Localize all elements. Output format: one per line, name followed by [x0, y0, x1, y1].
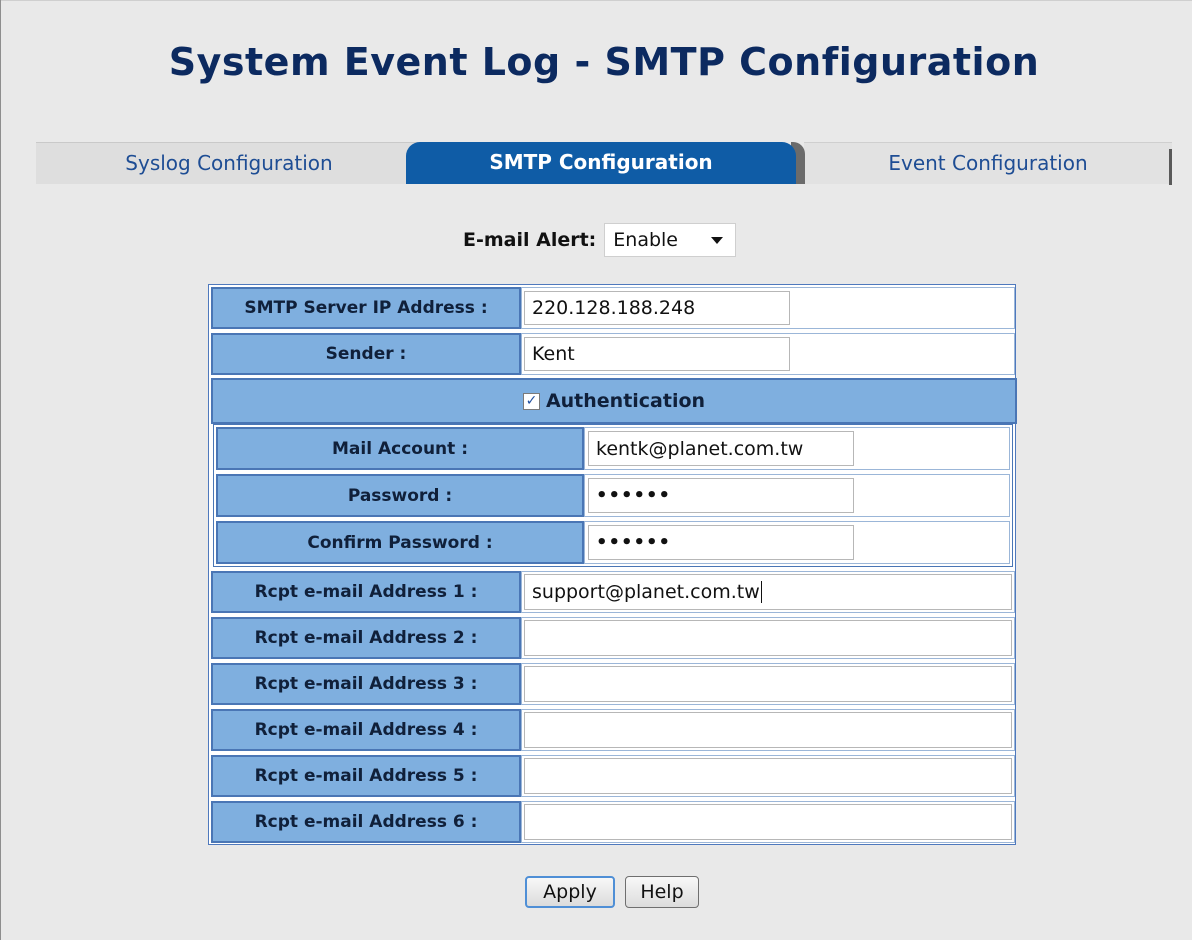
tab-event-configuration[interactable]: Event Configuration: [804, 142, 1172, 185]
sender-label: Sender :: [211, 333, 521, 375]
authentication-checkbox[interactable]: ✓: [522, 392, 540, 410]
table-row: Rcpt e-mail Address 4 :: [209, 707, 1015, 753]
page-title: System Event Log - SMTP Configuration: [168, 40, 1040, 84]
rcpt-email-2-cell: [521, 617, 1015, 659]
email-alert-row: E-mail Alert: Enable: [463, 222, 737, 258]
tab-bar: Syslog Configuration Event Configuration…: [36, 142, 1172, 185]
password-cell: ••••••: [584, 474, 1010, 517]
rcpt-email-1-cell: support@planet.com.tw: [521, 571, 1015, 613]
rcpt-email-5-input[interactable]: [524, 758, 1012, 794]
table-row: SMTP Server IP Address : 220.128.188.248: [209, 285, 1015, 331]
rcpt-email-1-input[interactable]: support@planet.com.tw: [524, 574, 1012, 610]
rcpt-email-3-input[interactable]: [524, 666, 1012, 702]
help-button[interactable]: Help: [625, 876, 699, 908]
rcpt-email-4-input[interactable]: [524, 712, 1012, 748]
rcpt-email-6-label: Rcpt e-mail Address 6 :: [211, 801, 521, 843]
table-row: Mail Account : kentk@planet.com.tw: [214, 425, 1012, 472]
rcpt-email-3-cell: [521, 663, 1015, 705]
rcpt-email-2-label: Rcpt e-mail Address 2 :: [211, 617, 521, 659]
tab-syslog-configuration[interactable]: Syslog Configuration: [36, 142, 422, 184]
frame-top-border: [0, 0, 1192, 1]
rcpt-email-4-label: Rcpt e-mail Address 4 :: [211, 709, 521, 751]
chevron-down-icon: [711, 237, 724, 244]
rcpt-email-2-input[interactable]: [524, 620, 1012, 656]
password-input[interactable]: ••••••: [588, 478, 854, 513]
rcpt-email-4-cell: [521, 709, 1015, 751]
rcpt-email-1-value: support@planet.com.tw: [532, 581, 760, 603]
frame-left-border: [0, 0, 1, 940]
table-row: Confirm Password : ••••••: [214, 519, 1012, 566]
mail-account-cell: kentk@planet.com.tw: [584, 427, 1010, 470]
table-row: Password : ••••••: [214, 472, 1012, 519]
authentication-label: Authentication: [545, 390, 706, 412]
rcpt-email-6-input[interactable]: [524, 804, 1012, 840]
text-cursor: [760, 581, 762, 603]
apply-button[interactable]: Apply: [525, 876, 615, 908]
authentication-subtable: Mail Account : kentk@planet.com.tw Passw…: [213, 424, 1013, 567]
rcpt-email-6-cell: [521, 801, 1015, 843]
confirm-password-cell: ••••••: [584, 521, 1010, 564]
sender-cell: Kent: [521, 333, 1015, 375]
table-row: Rcpt e-mail Address 2 :: [209, 615, 1015, 661]
tab-smtp-configuration[interactable]: SMTP Configuration: [406, 142, 796, 184]
rcpt-email-3-label: Rcpt e-mail Address 3 :: [211, 663, 521, 705]
sender-input[interactable]: Kent: [524, 337, 790, 371]
password-label: Password :: [216, 474, 584, 517]
authentication-row: ✓ Authentication: [211, 378, 1017, 424]
email-alert-selected-value: Enable: [613, 229, 678, 251]
smtp-config-table: SMTP Server IP Address : 220.128.188.248…: [208, 284, 1017, 845]
table-row: Rcpt e-mail Address 6 :: [209, 799, 1015, 845]
smtp-server-ip-label: SMTP Server IP Address :: [211, 287, 521, 329]
smtp-server-ip-input[interactable]: 220.128.188.248: [524, 291, 790, 325]
tab-event-label: Event Configuration: [888, 151, 1088, 175]
rcpt-email-5-label: Rcpt e-mail Address 5 :: [211, 755, 521, 797]
email-alert-select[interactable]: Enable: [604, 223, 737, 257]
rcpt-email-5-cell: [521, 755, 1015, 797]
table-row: Rcpt e-mail Address 5 :: [209, 753, 1015, 799]
mail-account-input[interactable]: kentk@planet.com.tw: [588, 431, 854, 466]
confirm-password-label: Confirm Password :: [216, 521, 584, 564]
table-row: Rcpt e-mail Address 1 : support@planet.c…: [209, 569, 1015, 615]
email-alert-label: E-mail Alert:: [463, 229, 597, 251]
table-row: Rcpt e-mail Address 3 :: [209, 661, 1015, 707]
table-row: Sender : Kent: [209, 331, 1015, 377]
mail-account-label: Mail Account :: [216, 427, 584, 470]
smtp-server-ip-cell: 220.128.188.248: [521, 287, 1015, 329]
confirm-password-input[interactable]: ••••••: [588, 525, 854, 560]
rcpt-email-1-label: Rcpt e-mail Address 1 :: [211, 571, 521, 613]
tab-edge-decoration: [1169, 149, 1172, 185]
